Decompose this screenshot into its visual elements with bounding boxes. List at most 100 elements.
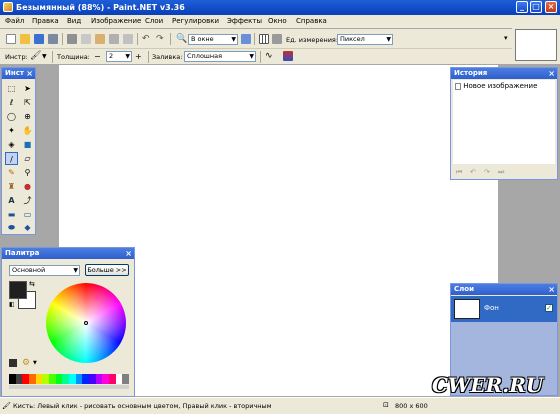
width-increase-icon[interactable]: +: [135, 52, 145, 62]
menu-view[interactable]: Вид: [67, 17, 81, 25]
layer-visible-checkbox[interactable]: ✓: [545, 304, 553, 312]
menu-effects[interactable]: Эффекты: [227, 17, 262, 25]
paintbrush-tool-icon[interactable]: /: [5, 152, 18, 165]
blend-mode-icon[interactable]: [283, 51, 293, 61]
palette-swatch[interactable]: [55, 374, 63, 384]
menu-adjustments[interactable]: Регулировки: [172, 17, 219, 25]
history-redo-icon[interactable]: ↷: [484, 168, 490, 176]
palette-scrollbar[interactable]: [9, 385, 129, 389]
tool-dropdown-icon[interactable]: ▼: [42, 53, 47, 60]
primary-color-swatch[interactable]: [9, 281, 27, 299]
history-first-icon[interactable]: ⏮: [456, 168, 462, 177]
crop-icon[interactable]: [109, 34, 119, 44]
palette-swatch[interactable]: [89, 374, 96, 384]
pencil-tool-icon[interactable]: ✎: [5, 166, 18, 179]
palette-swatch[interactable]: [62, 374, 70, 384]
history-panel-close-icon[interactable]: ×: [548, 68, 555, 79]
menu-edit[interactable]: Правка: [32, 17, 59, 25]
ellipse-select-tool-icon[interactable]: ◯: [5, 110, 18, 123]
palette-swatch[interactable]: [9, 374, 16, 384]
palette-menu-arrow-icon[interactable]: ▼: [33, 360, 37, 366]
zoom-combo[interactable]: В окне ▼: [188, 34, 238, 45]
zoom-in-icon[interactable]: [241, 34, 251, 44]
image-thumbnail[interactable]: [515, 29, 557, 61]
recolor-tool-icon[interactable]: ●: [21, 180, 34, 193]
palette-swatch[interactable]: [42, 374, 50, 384]
paint-bucket-tool-icon[interactable]: ◈: [5, 138, 18, 151]
palette-swatch[interactable]: [49, 374, 56, 384]
move-selection-tool-icon[interactable]: ⇱: [21, 96, 34, 109]
palette-panel-close-icon[interactable]: ×: [125, 248, 132, 259]
menu-file[interactable]: Файл: [5, 17, 24, 25]
minimize-button[interactable]: _: [516, 1, 528, 13]
width-decrease-icon[interactable]: −: [94, 52, 104, 62]
freeform-shape-tool-icon[interactable]: ◆: [21, 221, 34, 234]
palette-swatch[interactable]: [82, 374, 90, 384]
tools-panel-close-icon[interactable]: ×: [26, 68, 33, 79]
history-item[interactable]: Новое изображение: [455, 82, 537, 90]
palette-swatch[interactable]: [35, 374, 43, 384]
brush-icon[interactable]: 🖌: [30, 51, 41, 61]
deselect-icon[interactable]: [123, 34, 133, 44]
grid-icon[interactable]: [259, 34, 269, 44]
palette-mode-combo[interactable]: Основной ▼: [9, 265, 80, 276]
width-combo[interactable]: 2 ▼: [106, 51, 132, 62]
clone-stamp-tool-icon[interactable]: ♜: [5, 180, 18, 193]
rounded-rectangle-tool-icon[interactable]: ▭: [21, 208, 34, 221]
menu-window[interactable]: Окно: [268, 17, 287, 25]
palette-menu-icon[interactable]: ⚙: [22, 358, 30, 368]
redo-icon[interactable]: ↷: [156, 34, 166, 44]
text-tool-icon[interactable]: A: [5, 194, 18, 207]
rectangle-tool-icon[interactable]: ▬: [5, 208, 18, 221]
units-combo[interactable]: Пиксел ▼: [337, 34, 393, 45]
maximize-button[interactable]: □: [530, 1, 542, 13]
palette-swatch[interactable]: [75, 374, 83, 384]
rect-select-tool-icon[interactable]: ⬚: [5, 82, 18, 95]
layers-panel-close-icon[interactable]: ×: [548, 284, 555, 295]
palette-swatch[interactable]: [15, 374, 23, 384]
lasso-tool-icon[interactable]: ℓ: [5, 96, 18, 109]
palette-swatch[interactable]: [115, 374, 123, 384]
palette-swatch[interactable]: [95, 374, 103, 384]
eraser-tool-icon[interactable]: ▱: [21, 152, 34, 165]
thumbnail-pin-icon[interactable]: ▾: [504, 34, 508, 42]
magic-wand-tool-icon[interactable]: ✦: [5, 124, 18, 137]
gradient-tool-icon[interactable]: ■: [21, 138, 34, 151]
zoom-tool-icon[interactable]: ⊕: [21, 110, 34, 123]
more-button[interactable]: Больше >>: [85, 264, 129, 276]
menu-layers[interactable]: Слои: [145, 17, 163, 25]
menu-image[interactable]: Изображение: [91, 17, 141, 25]
paste-icon[interactable]: [95, 34, 105, 44]
palette-swatch[interactable]: [69, 374, 76, 384]
ruler-icon[interactable]: [272, 34, 282, 44]
open-icon[interactable]: [20, 34, 30, 44]
palette-swatch[interactable]: [109, 374, 116, 384]
image-size: 800 x 600: [395, 402, 428, 410]
palette-save-icon[interactable]: [9, 359, 17, 367]
swap-colors-icon[interactable]: ⇆: [29, 280, 35, 288]
undo-icon[interactable]: ↶: [142, 34, 152, 44]
menu-help[interactable]: Справка: [296, 17, 327, 25]
copy-icon[interactable]: [81, 34, 91, 44]
close-button[interactable]: ×: [545, 1, 557, 13]
layer-row[interactable]: Фон ✓: [451, 296, 557, 322]
new-icon[interactable]: [6, 34, 16, 44]
print-icon[interactable]: [48, 34, 58, 44]
palette-swatch[interactable]: [29, 374, 36, 384]
color-picker-tool-icon[interactable]: ⚲: [21, 166, 34, 179]
palette-swatch[interactable]: [122, 374, 130, 384]
move-tool-icon[interactable]: ➤: [21, 82, 34, 95]
pan-tool-icon[interactable]: ✋: [21, 124, 34, 137]
cut-icon[interactable]: [67, 34, 77, 44]
ellipse-tool-icon[interactable]: ⬬: [5, 221, 18, 234]
line-tool-icon[interactable]: ⤴: [21, 194, 34, 207]
color-wheel[interactable]: [46, 283, 126, 363]
palette-swatch[interactable]: [22, 374, 30, 384]
history-undo-icon[interactable]: ↶: [470, 168, 476, 176]
history-last-icon[interactable]: ⏭: [498, 168, 504, 177]
reset-colors-icon[interactable]: ◧: [9, 301, 15, 308]
palette-swatch[interactable]: [102, 374, 110, 384]
fill-combo[interactable]: Сплошная ▼: [184, 51, 256, 62]
save-icon[interactable]: [34, 34, 44, 44]
antialias-icon[interactable]: ∿: [265, 51, 275, 61]
